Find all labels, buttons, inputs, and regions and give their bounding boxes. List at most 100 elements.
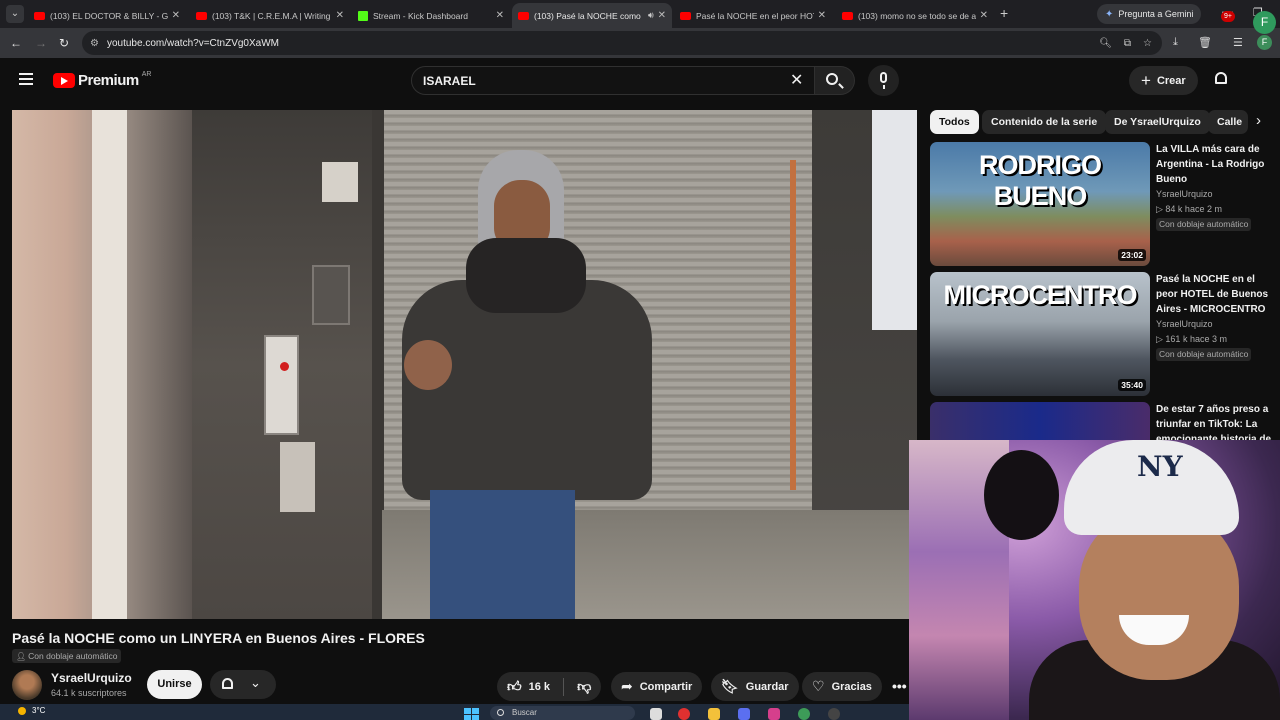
browser-tab-4-active[interactable]: (103) Pasé la NOCHE como 🔊︎ ✕: [512, 3, 672, 28]
notifications-bell-icon[interactable]: [1213, 71, 1229, 87]
bell-icon: [222, 678, 233, 689]
thumbs-up-icon[interactable]: 👍︎: [507, 678, 522, 695]
video-scene-electric-meter: [264, 335, 299, 435]
recommended-thumbnail[interactable]: MICROCENTRO 35:40: [930, 272, 1150, 396]
close-tab-icon[interactable]: ✕: [336, 10, 344, 21]
save-button[interactable]: 🔖︎ Guardar: [711, 672, 799, 701]
recommended-title[interactable]: La VILLA más cara de Argentina - La Rodr…: [1156, 142, 1278, 187]
zoom-icon[interactable]: 🔍︎: [1099, 38, 1112, 49]
browser-tab-3[interactable]: Stream - Kick Dashboard ✕: [352, 3, 510, 28]
thanks-button[interactable]: ♡ Gracias: [802, 672, 882, 701]
tab-title: (103) Pasé la NOCHE como: [534, 10, 641, 21]
menu-hamburger-icon[interactable]: [19, 73, 33, 85]
bookmark-star-icon[interactable]: ☆: [1143, 38, 1152, 49]
clear-search-icon[interactable]: ✕: [790, 70, 803, 90]
app-icon[interactable]: [738, 708, 750, 720]
file-explorer-icon[interactable]: [708, 708, 720, 720]
thanks-label: Gracias: [831, 680, 872, 693]
recommended-title[interactable]: Pasé la NOCHE en el peor HOTEL de Buenos…: [1156, 272, 1278, 317]
recommended-channel[interactable]: YsraelUrquizo: [1156, 319, 1213, 329]
duration-badge: 35:40: [1118, 379, 1146, 391]
youtube-app-icon[interactable]: [678, 708, 690, 720]
video-title: Pasé la NOCHE como un LINYERA en Buenos …: [12, 630, 425, 646]
share-arrow-icon: ➦: [621, 678, 633, 694]
close-tab-icon[interactable]: ✕: [496, 10, 504, 21]
weather-widget[interactable]: 3°C: [18, 706, 45, 715]
install-app-icon[interactable]: ⧉: [1124, 38, 1131, 49]
video-player[interactable]: [12, 110, 917, 619]
thumbs-down-icon[interactable]: 👎︎: [577, 678, 591, 695]
browser-tab-2[interactable]: (103) T&K | C.R.E.M.A | Writing ✕: [190, 3, 350, 28]
close-tab-icon[interactable]: ✕: [658, 10, 666, 21]
thumbnail-text: RODRIGO BUENO: [978, 150, 1102, 211]
gemini-star-icon: ✦: [1105, 8, 1114, 20]
extensions-icon[interactable]: ☰: [1233, 36, 1243, 49]
kick-favicon-icon: [358, 10, 368, 21]
weather-moon-icon: [18, 706, 26, 715]
webcam-microphone: [984, 450, 1059, 540]
chip-from-channel[interactable]: De YsraelUrquizo: [1105, 110, 1210, 134]
streamer-webcam-overlay: NY: [909, 440, 1280, 720]
auto-dub-badge: 👤︎ Con doblaje automático: [12, 649, 122, 663]
search-input[interactable]: ISARAEL: [411, 66, 815, 95]
search-button[interactable]: [815, 66, 855, 95]
video-scene-pipe: [790, 160, 796, 490]
windows-start-icon[interactable]: [464, 708, 479, 720]
logo-text: Premium: [78, 72, 139, 89]
search-value: ISARAEL: [423, 73, 476, 88]
gemini-button[interactable]: ✦ Pregunta a Gemini: [1097, 4, 1202, 24]
video-scene-meter: [312, 265, 350, 325]
close-tab-icon[interactable]: ✕: [980, 10, 988, 21]
obs-icon[interactable]: [828, 708, 840, 720]
address-bar[interactable]: ⚙ youtube.com/watch?v=CtnZVg0XaWM 🔍︎ ⧉ ☆: [82, 31, 1162, 55]
chip-all[interactable]: Todos: [930, 110, 979, 134]
forward-arrow-icon[interactable]: →: [35, 36, 47, 50]
taskbar-search[interactable]: Buscar: [490, 706, 635, 720]
reload-icon[interactable]: ↻: [59, 36, 69, 50]
thumbnail-text: MICROCENTRO: [943, 280, 1138, 310]
account-avatar[interactable]: F: [1253, 11, 1276, 34]
new-tab-plus-icon[interactable]: +: [1000, 5, 1008, 21]
channel-avatar[interactable]: [12, 670, 42, 700]
like-count[interactable]: 16 k: [529, 681, 550, 693]
duration-badge: 23:02: [1118, 249, 1146, 261]
country-code: AR: [141, 71, 152, 78]
speaker-icon[interactable]: 🔊︎: [648, 10, 654, 21]
close-tab-icon[interactable]: ✕: [172, 10, 180, 21]
close-tab-icon[interactable]: ✕: [818, 10, 826, 21]
search-icon: [497, 709, 504, 716]
create-button[interactable]: + Crear: [1129, 66, 1198, 95]
save-label: Guardar: [745, 680, 789, 693]
create-label: Crear: [1156, 74, 1186, 87]
voice-search-button[interactable]: [868, 65, 899, 96]
channel-name[interactable]: YsraelUrquizo: [51, 671, 132, 685]
tab-search-chevron-icon[interactable]: ⌄: [6, 5, 24, 23]
back-arrow-icon[interactable]: ←: [10, 36, 22, 50]
more-actions-icon[interactable]: •••: [892, 678, 907, 694]
trash-icon[interactable]: 🗑︎: [1198, 36, 1212, 49]
browser-tab-1[interactable]: (103) EL DOCTOR & BILLY - GA ✕: [28, 3, 186, 28]
browser-tab-5[interactable]: Pasé la NOCHE en el peor HOT ✕: [674, 3, 832, 28]
instagram-icon[interactable]: [768, 708, 780, 720]
join-button[interactable]: Unirse: [147, 670, 202, 699]
subscription-notifications-button[interactable]: ⌄: [210, 670, 276, 699]
youtube-premium-logo[interactable]: Premium AR: [53, 71, 152, 89]
share-button[interactable]: ➦ Compartir: [611, 672, 703, 701]
recommended-title[interactable]: De estar 7 años preso a triunfar en TikT…: [1156, 402, 1278, 440]
recommended-channel[interactable]: YsraelUrquizo: [1156, 189, 1213, 199]
download-icon[interactable]: ⤓: [1173, 36, 1178, 49]
tab-title: (103) EL DOCTOR & BILLY - GA: [50, 10, 168, 21]
tab-title: Pasé la NOCHE en el peor HOT: [696, 10, 814, 21]
chip-street[interactable]: Calle: [1208, 110, 1248, 134]
chevron-right-icon[interactable]: ›: [1256, 112, 1261, 129]
recommended-thumbnail[interactable]: RODRIGO BUENO 23:02: [930, 142, 1150, 266]
chip-series-content[interactable]: Contenido de la serie: [982, 110, 1107, 134]
cap-logo: NY: [1137, 450, 1183, 483]
youtube-favicon-icon: [842, 11, 853, 20]
browser-profile-avatar[interactable]: F: [1257, 35, 1272, 50]
browser-tab-6[interactable]: (103) momo no se todo se de a ✕: [836, 3, 994, 28]
chrome-icon[interactable]: [798, 708, 810, 720]
site-info-icon[interactable]: ⚙: [90, 38, 99, 49]
heart-dollar-icon: ♡: [812, 678, 825, 694]
task-view-icon[interactable]: [650, 708, 662, 720]
